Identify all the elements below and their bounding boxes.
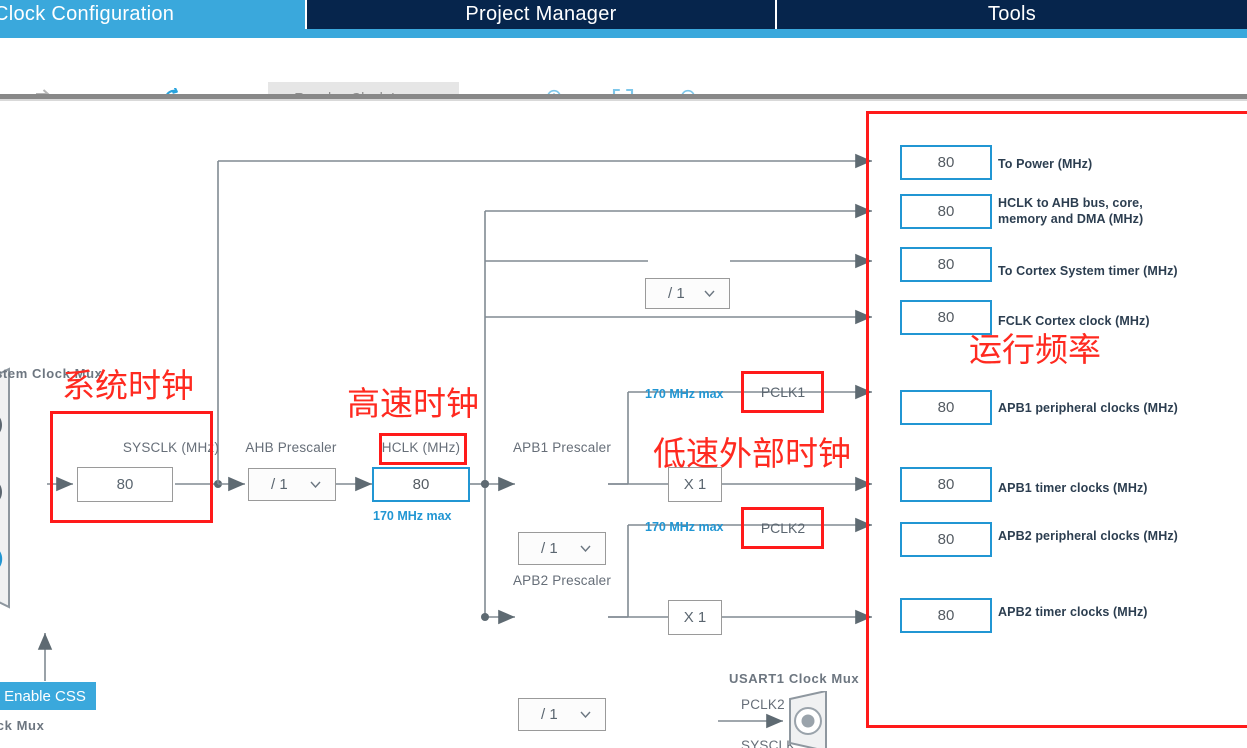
clock-tree-canvas[interactable]: System Clock Mux Enable CSS Clock Mux SY…	[0, 101, 1247, 748]
pclk2-label: PCLK2	[760, 520, 806, 536]
usart1-clock-mux-label: USART1 Clock Mux	[729, 671, 860, 686]
output-value-apb1-peripheral[interactable]: 80	[900, 390, 992, 425]
enable-css-button[interactable]: Enable CSS	[0, 682, 96, 710]
usart1-input-pclk2-label: PCLK2	[741, 697, 785, 712]
output-value-apb2-peripheral[interactable]: 80	[900, 522, 992, 557]
apb2-max-label: 170 MHz max	[645, 520, 724, 534]
output-label-hclk-ahb: HCLK to AHB bus, core, memory and DMA (M…	[998, 196, 1144, 226]
output-value-hclk-ahb[interactable]: 80	[900, 194, 992, 229]
output-label-apb1-timer: APB1 timer clocks (MHz)	[998, 481, 1148, 495]
ahb-prescaler-value: / 1	[271, 476, 288, 493]
annotation-text-system-clock: 系统时钟	[62, 366, 194, 405]
output-value-apb2-timer[interactable]: 80	[900, 598, 992, 633]
apb2-prescaler-value: / 1	[541, 706, 558, 723]
chevron-down-icon	[580, 711, 591, 718]
hclk-label: HCLK (MHz)	[381, 440, 461, 455]
tab-project-manager[interactable]: Project Manager	[307, 0, 775, 29]
hclk-max-label: 170 MHz max	[373, 509, 452, 523]
cortex-prescaler-select[interactable]: / 1	[645, 278, 730, 309]
tabbar-underline	[0, 29, 1247, 38]
output-label-fclk-cortex: FCLK Cortex clock (MHz)	[998, 314, 1150, 328]
tab-tools[interactable]: Tools	[777, 0, 1247, 29]
chevron-down-icon	[310, 481, 321, 488]
annotation-text-run-frequency: 运行频率	[969, 330, 1101, 369]
sysclk-value-field[interactable]: 80	[77, 467, 173, 502]
apb1-prescaler-select[interactable]: / 1	[518, 532, 606, 565]
tab-tools-label: Tools	[987, 3, 1037, 25]
main-tabbar: Clock Configuration Project Manager Tool…	[0, 0, 1247, 29]
apb2-prescaler-label: APB2 Prescaler	[512, 573, 612, 588]
annotation-text-low-speed-ext-clock: 低速外部时钟	[653, 434, 851, 473]
apb2-prescaler-select[interactable]: / 1	[518, 698, 606, 731]
ahb-prescaler-label: AHB Prescaler	[245, 440, 337, 455]
hclk-value-field[interactable]: 80	[372, 467, 470, 502]
annotation-text-high-speed-clock: 高速时钟	[347, 384, 479, 423]
tab-clock-configuration[interactable]: Clock Configuration	[0, 0, 305, 29]
bottom-left-clock-mux-label: Clock Mux	[0, 718, 45, 733]
chevron-down-icon	[580, 545, 591, 552]
output-value-to-power[interactable]: 80	[900, 145, 992, 180]
apb1-max-label: 170 MHz max	[645, 387, 724, 401]
pclk1-label: PCLK1	[760, 384, 806, 400]
apb1-prescaler-label: APB1 Prescaler	[512, 440, 612, 455]
tab-project-manager-label: Project Manager	[465, 3, 617, 25]
clock-configuration-window: Clock Configuration Project Manager Tool…	[0, 0, 1247, 748]
output-label-apb2-peripheral: APB2 peripheral clocks (MHz)	[998, 529, 1178, 543]
apb2-timer-multiplier: X 1	[668, 600, 722, 635]
output-label-to-power: To Power (MHz)	[998, 157, 1093, 171]
output-label-apb2-timer: APB2 timer clocks (MHz)	[998, 605, 1148, 619]
cortex-prescaler-value: / 1	[668, 285, 685, 302]
clock-toolbar: Resolve Clock Issues	[0, 38, 1247, 115]
usart1-clock-mux[interactable]	[786, 689, 846, 748]
system-clock-mux[interactable]	[0, 367, 52, 642]
ahb-prescaler-select[interactable]: / 1	[248, 468, 336, 501]
output-value-cortex-systimer[interactable]: 80	[900, 247, 992, 282]
output-label-cortex-systimer: To Cortex System timer (MHz)	[998, 264, 1178, 278]
output-value-apb1-timer[interactable]: 80	[900, 467, 992, 502]
apb1-prescaler-value: / 1	[541, 540, 558, 557]
tab-clock-configuration-label: Clock Configuration	[0, 3, 175, 25]
chevron-down-icon	[704, 290, 715, 297]
output-label-apb1-peripheral: APB1 peripheral clocks (MHz)	[998, 401, 1178, 415]
